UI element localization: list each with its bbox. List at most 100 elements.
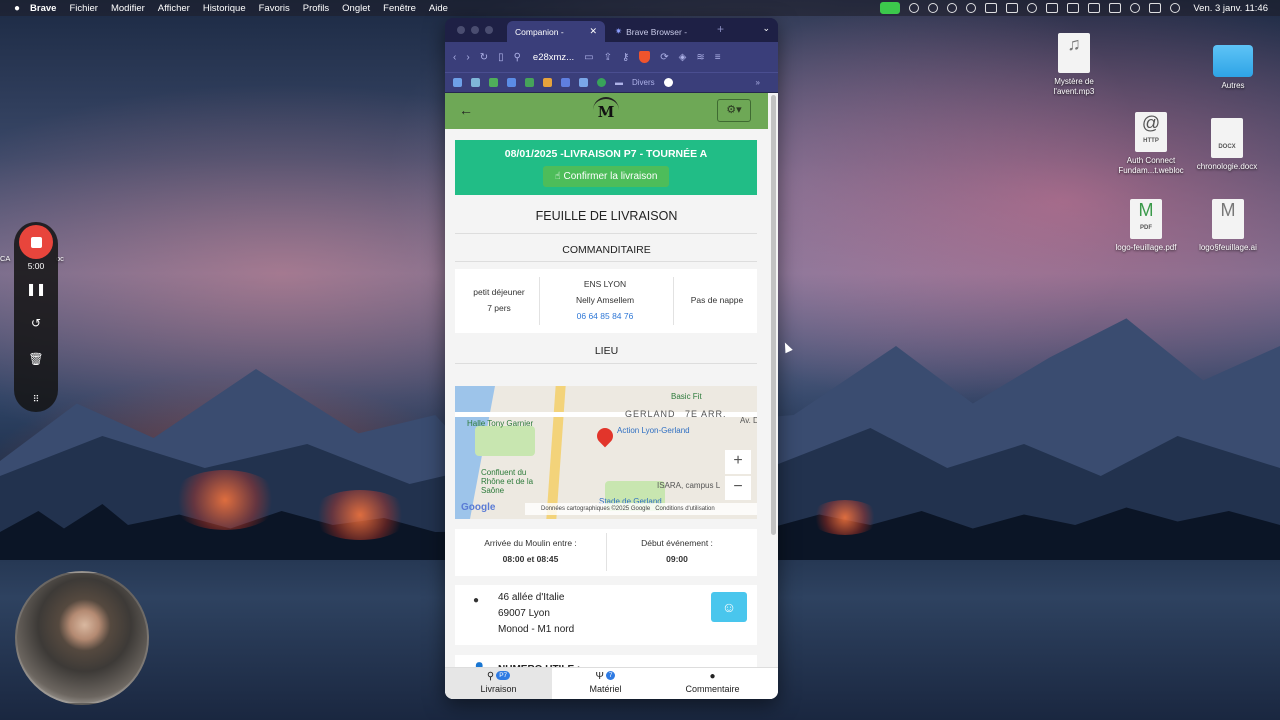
share-icon[interactable]: ⇪ (604, 52, 612, 63)
settings-dropdown-button[interactable]: ⚙▾ (717, 99, 751, 122)
bookmark-favicon[interactable] (579, 78, 588, 87)
stop-recording-button[interactable] (19, 225, 53, 259)
wifi-off-icon[interactable] (1088, 3, 1101, 13)
folder-icon[interactable]: ▬ (615, 78, 623, 87)
menu-icon[interactable]: ≡ (715, 52, 721, 63)
location-map[interactable]: Basic Fit GERLAND 7E ARR. Av. De Halle T… (455, 386, 757, 519)
bookmark-favicon[interactable] (561, 78, 570, 87)
nav-badge: 7 (605, 671, 616, 680)
close-window-button[interactable] (457, 26, 465, 34)
phone-link[interactable]: 06 64 85 84 76 (545, 308, 665, 324)
bookmark-favicon[interactable] (471, 78, 480, 87)
google-logo: Google (461, 502, 496, 513)
pause-icon[interactable]: ❚❚ (14, 282, 58, 296)
bookmark-favicon[interactable] (663, 78, 673, 87)
zoom-window-button[interactable] (485, 26, 493, 34)
desktop-file-label: chronologie.docx (1196, 162, 1258, 171)
menu-item-favoris[interactable]: Favoris (259, 3, 290, 14)
back-arrow-icon[interactable]: ‹ (453, 52, 456, 63)
tab-companion[interactable]: Companion - ✕ (507, 21, 605, 42)
tab-brave-browser[interactable]: ✷ Brave Browser - (607, 21, 715, 42)
menu-item-onglet[interactable]: Onglet (342, 3, 370, 14)
new-tab-button[interactable]: + (717, 22, 724, 36)
window-icon[interactable] (1046, 3, 1059, 13)
desktop-file-docx[interactable]: DOCX chronologie.docx (1187, 118, 1267, 172)
bookmark-favicon[interactable] (597, 78, 606, 87)
desktop-file-pdf[interactable]: M PDF logo-feuillage.pdf (1106, 199, 1186, 253)
menu-item-fichier[interactable]: Fichier (69, 3, 98, 14)
keyboard-layout-icon[interactable] (1109, 3, 1122, 13)
restart-icon[interactable]: ↺ (14, 316, 58, 330)
menu-item-profils[interactable]: Profils (303, 3, 329, 14)
tab-list-chevron-icon[interactable]: ⌄ (762, 23, 770, 34)
bookmark-folder-divers[interactable]: Divers (632, 78, 655, 87)
trash-icon[interactable]: 🗑 (14, 352, 58, 366)
navigation-bar: ‹ › ↻ ▯ ⚲ e28xmz... ▭ ⇪ ⚷ ⟳ ◈ ≋ ≡ (445, 42, 778, 72)
bookmark-favicon[interactable] (489, 78, 498, 87)
menu-clock[interactable]: Ven. 3 janv. 11:46 (1193, 3, 1268, 14)
nav-livraison[interactable]: ⚲ P7 Livraison (445, 668, 552, 699)
close-tab-icon[interactable]: ✕ (589, 26, 597, 37)
minimize-window-button[interactable] (471, 26, 479, 34)
key-icon[interactable]: ⚷ (622, 52, 629, 63)
battery-icon[interactable] (1067, 3, 1080, 13)
moulin-logo[interactable]: M (593, 97, 619, 123)
bookmark-favicon[interactable] (507, 78, 516, 87)
confirm-delivery-button[interactable]: ☝ Confirmer la livraison (543, 166, 669, 187)
bookmark-icon[interactable]: ▯ (498, 52, 504, 63)
bookmark-favicon[interactable] (453, 78, 462, 87)
reload-icon[interactable]: ↻ (480, 52, 488, 63)
vpn-icon[interactable] (947, 3, 958, 13)
cloud-sync-icon[interactable] (928, 3, 939, 13)
gear-status-icon[interactable] (909, 3, 920, 13)
map-label: Av. De (740, 416, 757, 425)
dropbox-icon[interactable] (985, 3, 998, 13)
forward-arrow-icon[interactable]: › (466, 52, 469, 63)
map-zoom-in-button[interactable]: + (725, 450, 751, 474)
extension-icon[interactable]: ◈ (679, 52, 687, 63)
search-icon[interactable] (1130, 3, 1141, 13)
play-icon[interactable] (1027, 3, 1038, 13)
waze-button[interactable]: ☺ (711, 592, 747, 622)
back-arrow-icon[interactable]: ← (459, 102, 473, 118)
map-road (546, 386, 566, 519)
menu-item-aide[interactable]: Aide (429, 3, 448, 14)
layers-icon[interactable]: ≋ (696, 52, 704, 63)
address-text: 46 allée d'Italie 69007 Lyon Monod - M1 … (498, 592, 575, 635)
bookmarks-bar: ▬ Divers » (445, 72, 778, 92)
drag-handle-icon[interactable]: ⠿ (14, 394, 58, 405)
cast-icon[interactable]: ▭ (584, 52, 593, 63)
menu-app-name[interactable]: Brave (30, 3, 56, 14)
wallpaper-fire-glow (170, 470, 280, 530)
desktop-file-webloc[interactable]: @ HTTP Auth Connect Fundam...t.webloc (1111, 112, 1191, 176)
page-scrollbar[interactable] (771, 95, 776, 535)
control-center-icon[interactable] (1149, 3, 1162, 13)
site-settings-icon[interactable]: ⚲ (514, 52, 521, 63)
menu-item-fenetre[interactable]: Fenêtre (383, 3, 416, 14)
bookmark-favicon[interactable] (525, 78, 534, 87)
clipped-desktop-label[interactable]: CA (0, 254, 10, 263)
recording-timer: 5:00 (27, 261, 45, 271)
location-pin-icon[interactable] (593, 424, 617, 448)
menu-item-historique[interactable]: Historique (203, 3, 246, 14)
siri-icon[interactable] (1170, 3, 1181, 13)
shield-status-icon[interactable] (966, 3, 977, 13)
desktop-file-mp3[interactable]: ♫ Mystère de l'avent.mp3 (1034, 33, 1114, 97)
camera-indicator-icon[interactable] (880, 2, 901, 14)
wallpaper-fire-glow (310, 490, 410, 540)
bookmark-favicon[interactable] (543, 78, 552, 87)
apple-menu-icon[interactable]: ● (14, 3, 20, 14)
desktop-folder-autres[interactable]: Autres (1193, 45, 1273, 91)
nav-materiel[interactable]: Ψ7 Matériel (552, 668, 659, 699)
desktop-file-ai[interactable]: M logo§feuillage.ai (1188, 199, 1268, 253)
nav-commentaire[interactable]: ● Commentaire (659, 668, 766, 699)
cloud-icon[interactable] (1006, 3, 1019, 13)
sync-icon[interactable]: ⟳ (660, 52, 668, 63)
address-bar[interactable]: e28xmz... (533, 52, 574, 63)
map-terms-link[interactable]: Conditions d'utilisation (655, 506, 715, 512)
menu-item-afficher[interactable]: Afficher (158, 3, 190, 14)
more-bookmarks-icon[interactable]: » (756, 78, 760, 87)
brave-shield-icon[interactable] (639, 51, 651, 63)
map-zoom-out-button[interactable]: − (725, 476, 751, 500)
menu-item-modifier[interactable]: Modifier (111, 3, 145, 14)
